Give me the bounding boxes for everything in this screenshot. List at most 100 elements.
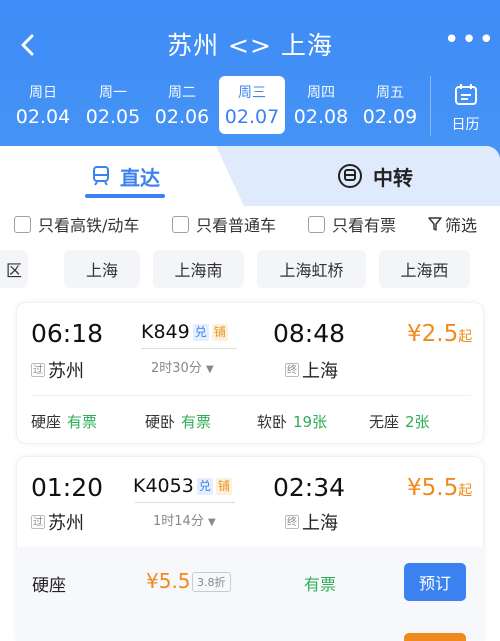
price-value: ¥5.5	[407, 475, 459, 501]
depart-station: 过 苏州	[31, 357, 84, 383]
duration[interactable]: 2时30分 ▼	[151, 357, 214, 376]
route-title: 苏州 <> 上海	[167, 31, 333, 60]
train-number: K849 兑 铺	[141, 321, 228, 343]
calendar-icon	[454, 84, 477, 105]
train-number: K4053 兑 铺	[133, 475, 232, 497]
station-chip[interactable]: 上海虹桥	[257, 250, 366, 288]
station-chip[interactable]: 上海西	[379, 250, 470, 288]
seat-option-row: 硬座 ¥5.5 3.8折 有票 预订	[16, 547, 484, 641]
arrive-station-name: 上海	[302, 361, 338, 382]
checkbox[interactable]	[308, 215, 325, 233]
filter-label: 只看有票	[332, 216, 397, 235]
seat-type: 硬座	[32, 576, 66, 596]
date-value: 02.07	[224, 106, 280, 128]
date-value: 02.04	[15, 106, 71, 128]
transfer-train-icon	[338, 164, 362, 188]
arrive-time: 08:48	[273, 319, 346, 348]
exchange-badge: 兑	[192, 323, 209, 341]
date-weekday: 周四	[307, 85, 335, 101]
arrive-station: 终 上海	[285, 509, 338, 535]
seat-info: 软卧 19张	[257, 411, 327, 432]
more-icon[interactable]: •••	[444, 27, 494, 58]
seat-status: 有票	[67, 413, 98, 431]
book-button-partial[interactable]	[404, 633, 466, 641]
date-value: 02.09	[362, 106, 418, 128]
book-button[interactable]: 预订	[404, 563, 466, 601]
pass-tag: 过	[31, 515, 45, 529]
tab-indicator	[85, 194, 165, 198]
date-item[interactable]: 周五 02.09	[357, 76, 423, 134]
seat-name: 硬座	[31, 413, 62, 431]
arrive-station-name: 上海	[302, 513, 338, 534]
seat-info: 硬座 有票	[31, 411, 97, 432]
tab-transfer-label: 中转	[373, 165, 413, 190]
train-number-text: K849	[141, 321, 190, 343]
duration[interactable]: 1时14分 ▼	[153, 510, 216, 529]
seat-price: ¥5.5	[146, 569, 191, 593]
duration-text: 1时14分	[153, 514, 204, 529]
date-weekday: 周日	[29, 85, 57, 101]
filter-regular[interactable]: 只看普通车	[172, 212, 276, 236]
discount-badge: 3.8折	[192, 572, 231, 592]
depart-station-name: 苏州	[48, 513, 84, 534]
seat-status: 有票	[181, 413, 212, 431]
checkbox[interactable]	[14, 215, 31, 233]
filter-row: 只看高铁/动车 只看普通车 只看有票 筛选	[14, 212, 494, 236]
date-item[interactable]: 周一 02.05	[80, 76, 146, 134]
checkbox[interactable]	[172, 215, 189, 233]
date-value: 02.08	[293, 106, 349, 128]
depart-time: 06:18	[31, 319, 104, 348]
tab-transfer[interactable]: 中转	[250, 146, 500, 206]
filter-high-speed[interactable]: 只看高铁/动车	[14, 212, 139, 236]
tab-direct-label: 直达	[120, 165, 160, 190]
station-chip[interactable]: 上海	[64, 250, 140, 288]
date-item-selected[interactable]: 周三 02.07	[219, 76, 285, 134]
station-chip[interactable]: 区	[0, 250, 28, 288]
duration-line	[141, 348, 237, 349]
seat-status: 2张	[405, 413, 430, 431]
duration-line	[135, 502, 235, 503]
train-price: ¥5.5起	[407, 475, 472, 501]
price-value: ¥2.5	[407, 321, 459, 347]
train-card[interactable]: 06:18 过 苏州 K849 兑 铺 2时30分 ▼ 08:48 终 上海 ¥…	[16, 302, 484, 444]
date-item[interactable]: 周四 02.08	[288, 76, 354, 134]
seat-name: 无座	[369, 413, 400, 431]
depart-station: 过 苏州	[31, 509, 84, 535]
date-weekday: 周三	[238, 85, 266, 101]
train-price: ¥2.5起	[407, 321, 472, 347]
date-value: 02.05	[85, 106, 141, 128]
calendar-button[interactable]: 日历	[430, 76, 500, 136]
date-weekday: 周二	[168, 85, 196, 101]
seat-info: 硬卧 有票	[145, 411, 211, 432]
filter-label: 只看普通车	[196, 216, 277, 235]
seat-status: 19张	[293, 413, 328, 431]
station-chips: 区 上海 上海南 上海虹桥 上海西	[0, 250, 500, 290]
price-suffix: 起	[458, 329, 473, 345]
arrive-time: 02:34	[273, 473, 346, 502]
date-selector: 周日 02.04 周一 02.05 周二 02.06 周三 02.07 周四 0…	[0, 76, 500, 136]
date-item[interactable]: 周日 02.04	[10, 76, 76, 134]
divider	[31, 395, 471, 396]
seat-name: 硬卧	[145, 413, 176, 431]
date-weekday: 周一	[99, 85, 127, 101]
depart-time: 01:20	[31, 473, 104, 502]
train-icon	[93, 166, 109, 186]
berth-badge: 铺	[215, 477, 232, 495]
terminal-tag: 终	[285, 515, 299, 529]
date-value: 02.06	[154, 106, 210, 128]
tab-bar: 直达 中转	[0, 146, 500, 206]
date-item[interactable]: 周二 02.06	[149, 76, 215, 134]
station-chip[interactable]: 上海南	[153, 250, 244, 288]
arrive-station: 终 上海	[285, 357, 338, 383]
price-suffix: 起	[458, 483, 473, 499]
filter-button-label: 筛选	[445, 216, 478, 235]
filter-button[interactable]: 筛选	[428, 212, 477, 236]
chevron-down-icon: ▼	[207, 517, 216, 528]
chevron-down-icon: ▼	[205, 364, 214, 375]
filter-available[interactable]: 只看有票	[308, 212, 396, 236]
date-weekday: 周五	[376, 85, 404, 101]
terminal-tag: 终	[285, 363, 299, 377]
seat-info: 无座 2张	[369, 411, 430, 432]
berth-badge: 铺	[211, 323, 228, 341]
pass-tag: 过	[31, 363, 45, 377]
